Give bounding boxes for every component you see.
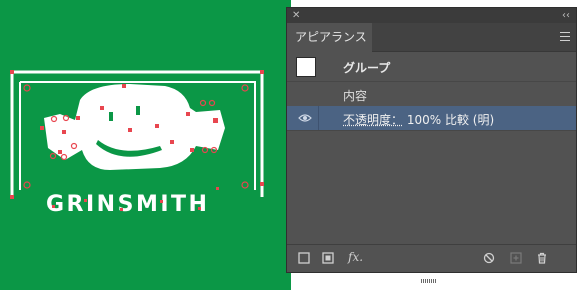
wordmark-text: GRINSMITH (46, 192, 209, 217)
panel-footer: fx. (287, 244, 576, 283)
panel-tabbar: アピアランス (287, 23, 576, 52)
clear-appearance-icon[interactable] (483, 252, 495, 264)
artboard[interactable]: GRINSMITH (0, 0, 291, 290)
resize-grip[interactable] (421, 268, 441, 283)
delete-icon[interactable] (536, 252, 548, 264)
fx-icon[interactable]: fx. (348, 250, 363, 264)
group-row[interactable]: グループ (287, 52, 576, 82)
content-row[interactable]: 内容 (287, 82, 576, 107)
grinsmith-logo-artwork[interactable]: GRINSMITH (0, 0, 291, 290)
add-fill-icon[interactable] (322, 252, 334, 264)
panel-titlebar[interactable]: ✕ ‹‹ (287, 8, 576, 23)
hamburger-menu-icon[interactable] (560, 32, 570, 41)
appearance-panel: ✕ ‹‹ アピアランス グループ 内容 不透明度： 100% 比較 (明) fx… (286, 7, 577, 283)
double-chevron-icon[interactable]: ‹‹ (562, 8, 570, 23)
close-icon[interactable]: ✕ (292, 8, 300, 23)
add-stroke-icon[interactable] (298, 252, 310, 264)
duplicate-item-icon (510, 252, 522, 264)
eye-icon[interactable] (298, 113, 312, 123)
content-label: 内容 (343, 89, 368, 103)
tab-appearance[interactable]: アピアランス (287, 23, 372, 52)
tab-appearance-label: アピアランス (295, 30, 367, 44)
group-label: グループ (343, 61, 391, 75)
opacity-label: 不透明度： 100% 比較 (明) (343, 111, 494, 128)
opacity-value: 100% 比較 (明) (406, 113, 495, 127)
group-thumbnail (296, 57, 316, 77)
opacity-row[interactable]: 不透明度： 100% 比較 (明) (287, 106, 576, 131)
opacity-link[interactable]: 不透明度： (343, 113, 403, 127)
row-separator (318, 106, 319, 130)
